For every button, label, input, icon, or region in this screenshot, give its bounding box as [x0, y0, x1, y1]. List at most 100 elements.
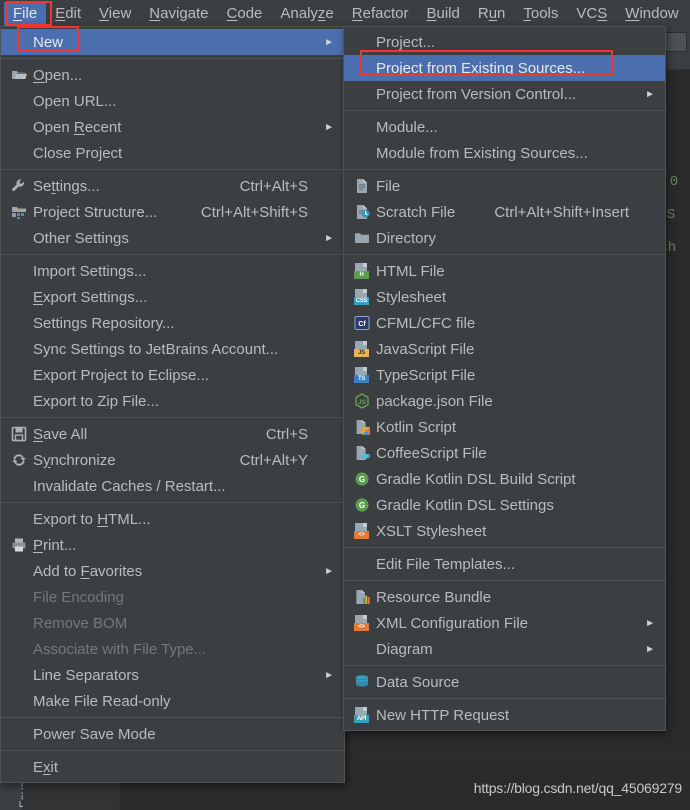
menu-item-kotlin-script[interactable]: Kotlin Script: [344, 414, 665, 440]
menubar-item-build[interactable]: Build: [417, 2, 468, 26]
menu-item-diagram[interactable]: Diagram►: [344, 636, 665, 662]
menu-item-print[interactable]: Print...: [1, 532, 344, 558]
menu-item-project-from-version-control[interactable]: Project from Version Control...►: [344, 81, 665, 107]
menubar-item-label: View: [99, 5, 131, 22]
menu-separator: [344, 110, 665, 111]
menu-item-project-structure[interactable]: Project Structure...Ctrl+Alt+Shift+S: [1, 199, 344, 225]
menu-item-export-to-html[interactable]: Export to HTML...: [1, 506, 344, 532]
menu-item-export-to-zip-file[interactable]: Export to Zip File...: [1, 388, 344, 414]
menu-item-cfml-cfc-file[interactable]: CfCFML/CFC file: [344, 310, 665, 336]
menu-item-exit[interactable]: Exit: [1, 754, 344, 780]
menubar-item-label: Navigate: [149, 5, 208, 22]
menubar-item-view[interactable]: View: [90, 2, 140, 26]
menu-item-scratch-file[interactable]: Scratch FileCtrl+Alt+Shift+Insert: [344, 199, 665, 225]
menubar-item-file[interactable]: File: [4, 2, 46, 26]
menubar-item-navigate[interactable]: Navigate: [140, 2, 217, 26]
menu-item-save-all[interactable]: Save AllCtrl+S: [1, 421, 344, 447]
menu-item-module[interactable]: Module...: [344, 114, 665, 140]
menu-separator: [1, 750, 344, 751]
menu-item-icon-slot: [5, 284, 33, 310]
menubar-item-code[interactable]: Code: [218, 2, 272, 26]
menu-item-other-settings[interactable]: Other Settings►: [1, 225, 344, 251]
menu-item-javascript-file[interactable]: JSJavaScript File: [344, 336, 665, 362]
menu-item-edit-file-templates[interactable]: Edit File Templates...: [344, 551, 665, 577]
menubar-item-analyze[interactable]: Analyze: [271, 2, 342, 26]
menubar-item-tools[interactable]: Tools: [514, 2, 567, 26]
menu-item-label: JavaScript File: [376, 341, 629, 358]
menubar-item-vcs[interactable]: VCS: [567, 2, 616, 26]
menu-item-coffeescript-file[interactable]: CoffeeScript File: [344, 440, 665, 466]
menu-item-data-source[interactable]: Data Source: [344, 669, 665, 695]
menu-item-open-recent[interactable]: Open Recent►: [1, 114, 344, 140]
menu-item-shortcut: Ctrl+S: [266, 426, 308, 443]
menubar-item-refactor[interactable]: Refactor: [343, 2, 418, 26]
menu-item-line-separators[interactable]: Line Separators►: [1, 662, 344, 688]
menu-separator: [344, 169, 665, 170]
menu-item-package-json-file[interactable]: JSpackage.json File: [344, 388, 665, 414]
menu-separator: [1, 58, 344, 59]
menu-item-icon-slot: [5, 114, 33, 140]
menu-item-make-file-read-only[interactable]: Make File Read-only: [1, 688, 344, 714]
http-request-icon: API: [348, 702, 376, 728]
menu-item-file[interactable]: File: [344, 173, 665, 199]
menu-item-new[interactable]: New►: [1, 29, 344, 55]
menu-item-label: Resource Bundle: [376, 589, 629, 606]
menu-item-open-url[interactable]: Open URL...: [1, 88, 344, 114]
menu-item-stylesheet[interactable]: CSSStylesheet: [344, 284, 665, 310]
menu-item-power-save-mode[interactable]: Power Save Mode: [1, 721, 344, 747]
svg-text:Cf: Cf: [358, 321, 366, 328]
menu-item-label: Edit File Templates...: [376, 556, 629, 573]
menu-item-html-file[interactable]: HHTML File: [344, 258, 665, 284]
menu-separator: [1, 417, 344, 418]
menu-item-label: Exit: [33, 759, 308, 776]
menu-item-icon-slot: [5, 754, 33, 780]
resource-bundle-icon: [348, 584, 376, 610]
menu-item-label: Invalidate Caches / Restart...: [33, 478, 308, 495]
menu-item-export-settings[interactable]: Export Settings...: [1, 284, 344, 310]
menu-separator: [344, 254, 665, 255]
menu-item-label: Settings...: [33, 178, 222, 195]
menu-item-invalidate-caches-restart[interactable]: Invalidate Caches / Restart...: [1, 473, 344, 499]
menu-item-label: Make File Read-only: [33, 693, 308, 710]
menu-item-project-from-existing-sources[interactable]: Project from Existing Sources...: [344, 55, 665, 81]
menu-separator: [344, 547, 665, 548]
cfml-file-icon: Cf: [348, 310, 376, 336]
menu-item-label: Data Source: [376, 674, 629, 691]
menu-item-gradle-kotlin-dsl-build-script[interactable]: GGradle Kotlin DSL Build Script: [344, 466, 665, 492]
menu-item-project[interactable]: Project...: [344, 29, 665, 55]
menu-item-close-project[interactable]: Close Project: [1, 140, 344, 166]
menu-item-synchronize[interactable]: SynchronizeCtrl+Alt+Y: [1, 447, 344, 473]
menu-item-icon-slot: [5, 610, 33, 636]
menu-item-settings-repository[interactable]: Settings Repository...: [1, 310, 344, 336]
menu-item-xml-configuration-file[interactable]: <>XML Configuration File►: [344, 610, 665, 636]
menubar-item-edit[interactable]: Edit: [46, 2, 90, 26]
menu-item-label: Remove BOM: [33, 615, 308, 632]
menu-item-icon-slot: [348, 140, 376, 166]
menu-item-icon-slot: [5, 362, 33, 388]
svg-text:G: G: [359, 501, 365, 510]
menu-item-sync-settings-to-jetbrains-account[interactable]: Sync Settings to JetBrains Account...: [1, 336, 344, 362]
menu-item-import-settings[interactable]: Import Settings...: [1, 258, 344, 284]
menu-item-icon-slot: [5, 558, 33, 584]
menu-item-export-project-to-eclipse[interactable]: Export Project to Eclipse...: [1, 362, 344, 388]
menu-item-label: File: [376, 178, 629, 195]
menu-item-resource-bundle[interactable]: Resource Bundle: [344, 584, 665, 610]
menu-item-settings[interactable]: Settings...Ctrl+Alt+S: [1, 173, 344, 199]
menubar-item-window[interactable]: Window: [616, 2, 687, 26]
menu-item-xslt-stylesheet[interactable]: <>XSLT Stylesheet: [344, 518, 665, 544]
menu-item-directory[interactable]: Directory: [344, 225, 665, 251]
menu-item-typescript-file[interactable]: TSTypeScript File: [344, 362, 665, 388]
submenu-arrow-icon: ►: [320, 566, 334, 577]
menu-item-label: Import Settings...: [33, 263, 308, 280]
menu-item-label: Gradle Kotlin DSL Build Script: [376, 471, 629, 488]
menu-item-add-to-favorites[interactable]: Add to Favorites►: [1, 558, 344, 584]
menu-item-label: Sync Settings to JetBrains Account...: [33, 341, 308, 358]
menubar-item-run[interactable]: Run: [469, 2, 515, 26]
menu-item-module-from-existing-sources[interactable]: Module from Existing Sources...: [344, 140, 665, 166]
menu-item-gradle-kotlin-dsl-settings[interactable]: GGradle Kotlin DSL Settings: [344, 492, 665, 518]
menu-item-new-http-request[interactable]: APINew HTTP Request: [344, 702, 665, 728]
menu-item-open[interactable]: Open...: [1, 62, 344, 88]
submenu-arrow-icon: ►: [641, 644, 655, 655]
menu-item-icon-slot: [5, 721, 33, 747]
menu-separator: [1, 254, 344, 255]
